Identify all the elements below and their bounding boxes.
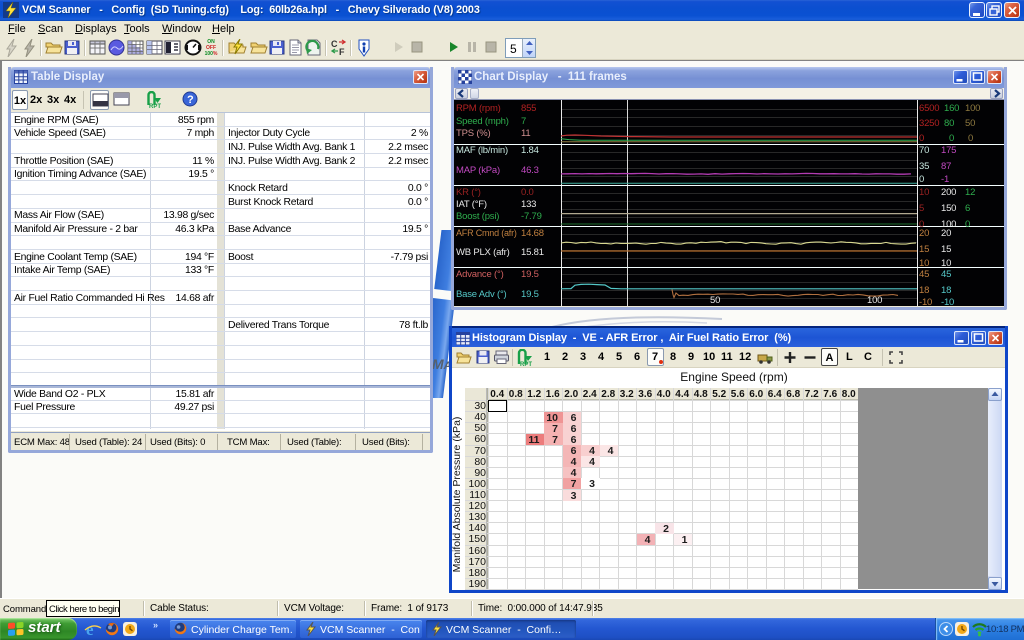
svg-text:?: ? [187,94,194,106]
svg-text:RPT: RPT [520,362,532,367]
svg-text:RPT: RPT [149,104,161,109]
svg-text:F: F [339,47,345,56]
svg-text:C: C [331,39,338,49]
